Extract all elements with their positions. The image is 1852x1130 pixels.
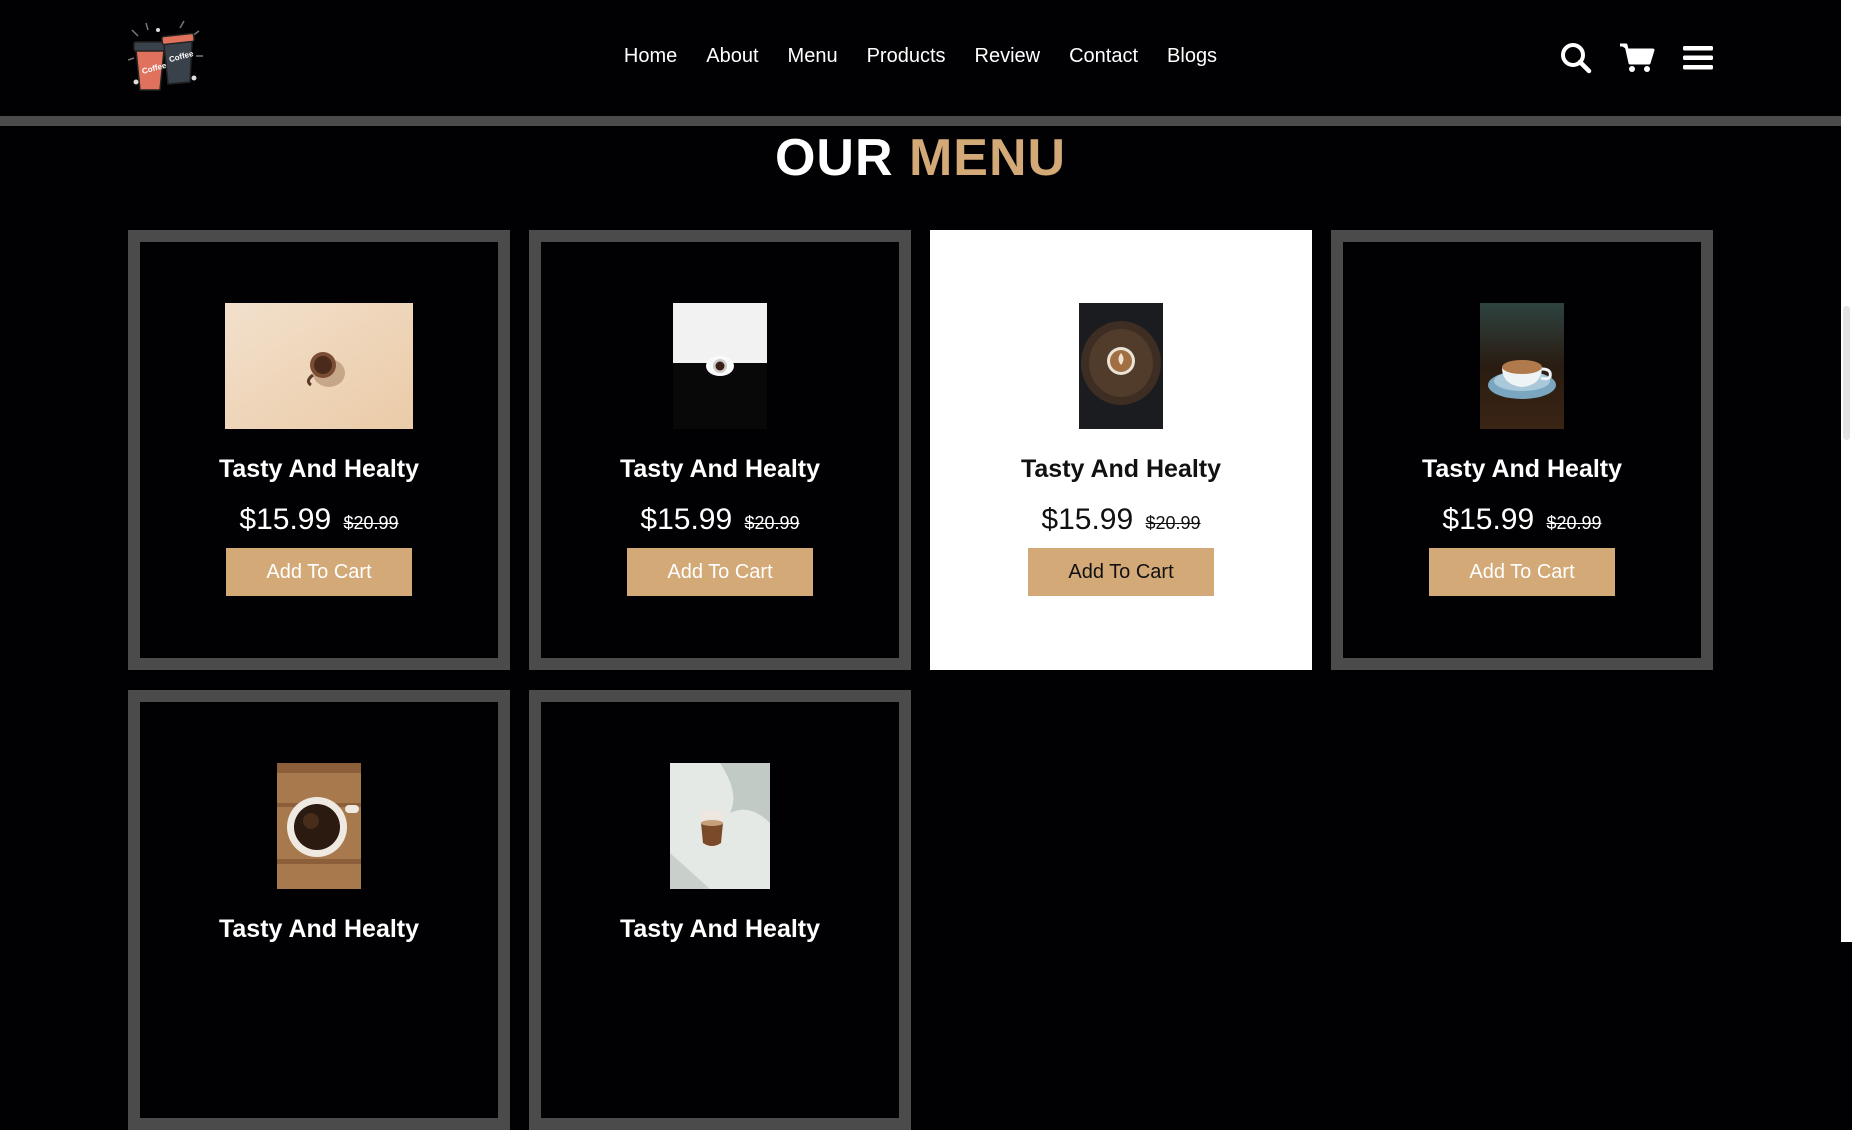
cart-icon[interactable] [1619,40,1655,76]
section-title-main: OUR [774,129,894,187]
section-title: OUR MENU [0,126,1841,190]
product-name: Tasty And Healty [619,915,821,943]
site-header: Coffee Coffee Home About Menu Products R… [0,0,1841,126]
current-price: $15.99 [640,503,733,536]
product-name: Tasty And Healty [619,455,821,483]
menu-card-active: Tasty And Healty $15.99 $20.99 Add To Ca… [930,230,1312,670]
product-price: $15.99 $20.99 [1343,502,1701,541]
current-price: $15.99 [1041,503,1134,536]
product-image [277,763,361,889]
product-name: Tasty And Healty [218,915,420,943]
nav-link-contact[interactable]: Contact [1069,44,1138,68]
product-price: $15.99 $20.99 [140,502,498,541]
page-scrollbar[interactable] [1841,0,1852,942]
add-to-cart-button[interactable]: Add To Cart [226,548,412,596]
menu-card: Tasty And Healty [529,690,911,1130]
nav-link-review[interactable]: Review [975,44,1041,68]
product-name: Tasty And Healty [1421,455,1623,483]
product-name: Tasty And Healty [1020,455,1222,483]
add-to-cart-button[interactable]: Add To Cart [1429,548,1615,596]
nav-link-blogs[interactable]: Blogs [1167,44,1217,68]
menu-card: Tasty And Healty $15.99 $20.99 Add To Ca… [1331,230,1713,670]
old-price: $20.99 [343,513,399,533]
menu-card: Tasty And Healty $15.99 $20.99 Add To Ca… [529,230,911,670]
product-image [1079,303,1163,429]
scrollbar-thumb[interactable] [1843,306,1850,440]
product-image [1480,303,1564,429]
product-image [670,763,770,889]
section-title-accent: MENU [908,129,1067,187]
product-image [225,303,413,429]
product-name: Tasty And Healty [218,455,420,483]
menu-card: Tasty And Healty [128,690,510,1130]
menu-card: Tasty And Healty $15.99 $20.99 Add To Ca… [128,230,510,670]
current-price: $15.99 [239,503,332,536]
old-price: $20.99 [1546,513,1602,533]
add-to-cart-button[interactable]: Add To Cart [627,548,813,596]
product-price: $15.99 $20.99 [942,502,1300,541]
nav-link-home[interactable]: Home [624,44,677,68]
nav-link-menu[interactable]: Menu [788,44,838,68]
add-to-cart-button[interactable]: Add To Cart [1028,548,1214,596]
current-price: $15.99 [1442,503,1535,536]
menu-bars-icon[interactable] [1680,40,1716,76]
nav-link-about[interactable]: About [706,44,758,68]
product-price: $15.99 $20.99 [541,502,899,541]
old-price: $20.99 [744,513,800,533]
old-price: $20.99 [1145,513,1201,533]
nav-link-products[interactable]: Products [867,44,946,68]
header-icons [1558,40,1716,76]
product-image [673,303,767,429]
search-icon[interactable] [1558,40,1594,76]
